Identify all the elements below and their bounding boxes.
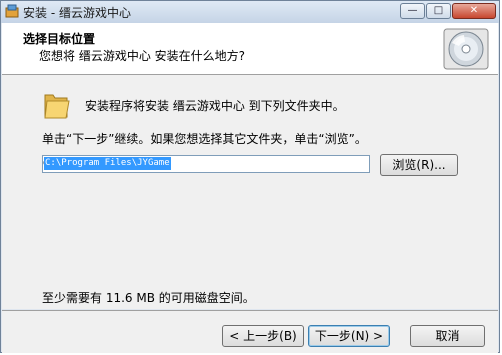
install-message: 安装程序将安装 缙云游戏中心 到下列文件夹中。: [85, 99, 345, 113]
install-path-text: C:\Program Files\JYGame: [44, 157, 171, 170]
next-button[interactable]: 下一步(N) >: [308, 325, 390, 347]
maximize-button[interactable]: □: [426, 3, 451, 19]
title-bar[interactable]: 安装 - 缙云游戏中心 — □ ✕: [1, 1, 499, 23]
close-button[interactable]: ✕: [452, 3, 496, 19]
disk-space-requirement: 至少需要有 11.6 MB 的可用磁盘空间。: [42, 291, 255, 305]
instruction-text: 单击“下一步”继续。如果您想选择其它文件夹，单击“浏览”。: [42, 132, 367, 146]
page-subtitle: 您想将 缙云游戏中心 安装在什么地方?: [39, 49, 245, 63]
content-panel: 安装程序将安装 缙云游戏中心 到下列文件夹中。 单击“下一步”继续。如果您想选择…: [2, 75, 498, 309]
wizard-header: 选择目标位置 您想将 缙云游戏中心 安装在什么地方?: [2, 23, 498, 75]
minimize-button[interactable]: —: [400, 3, 425, 19]
folder-icon: [44, 94, 70, 119]
back-button[interactable]: < 上一步(B): [222, 325, 304, 347]
page-title: 选择目标位置: [23, 32, 96, 46]
button-bar: < 上一步(B) 下一步(N) > 取消: [2, 310, 498, 353]
window-title: 安装 - 缙云游戏中心: [23, 6, 131, 20]
app-icon: [5, 4, 19, 18]
cancel-button[interactable]: 取消: [410, 325, 485, 347]
browse-button[interactable]: 浏览(R)...: [380, 154, 458, 176]
cd-disc-icon: [443, 28, 489, 70]
installer-window: 安装 - 缙云游戏中心 — □ ✕ 选择目标位置 您想将 缙云游戏中心 安装在什…: [0, 0, 500, 353]
